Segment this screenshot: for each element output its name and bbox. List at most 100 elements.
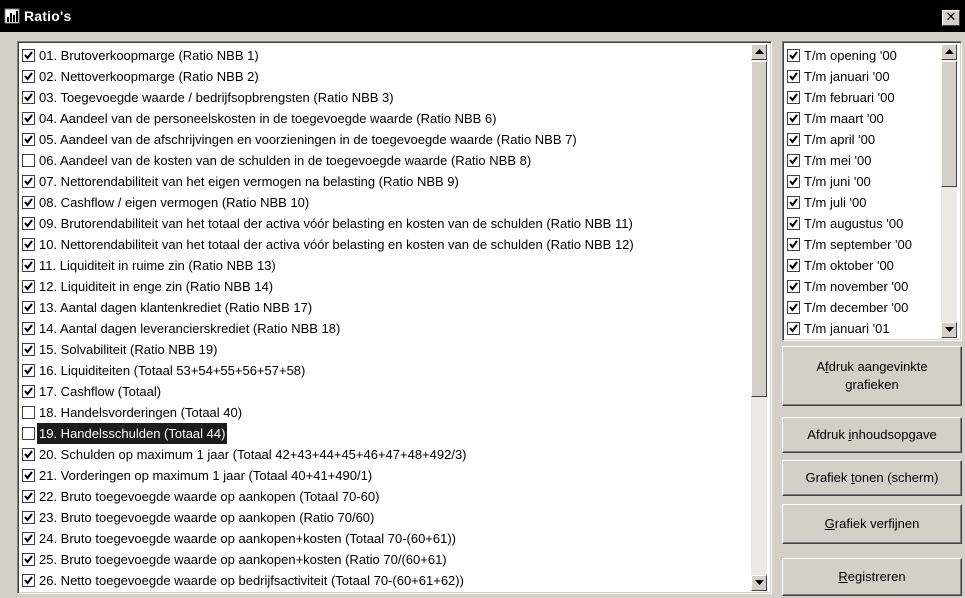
period-list-item[interactable]: T/m maart '00 (785, 108, 937, 129)
checkbox-checked[interactable] (22, 238, 35, 252)
checkbox-unchecked[interactable] (22, 427, 35, 441)
period-scroll-thumb[interactable] (941, 61, 957, 187)
period-list-item[interactable]: T/m februari '00 (785, 87, 937, 108)
checkbox-checked[interactable] (787, 196, 800, 210)
checkbox-checked[interactable] (787, 280, 800, 294)
ratio-list[interactable]: 01. Brutoverkoopmarge (Ratio NBB 1) 02. N… (17, 41, 772, 594)
checkbox-checked[interactable] (22, 532, 35, 546)
period-list-scrollbar[interactable] (941, 44, 957, 338)
ratio-list-item[interactable]: 21. Vorderingen op maximum 1 jaar (Totaa… (20, 465, 747, 486)
ratio-list-item[interactable]: 09. Brutorendabiliteit van het totaal de… (20, 213, 747, 234)
scroll-up-button[interactable] (751, 44, 767, 60)
checkbox-checked[interactable] (787, 154, 800, 168)
ratio-list-item[interactable]: 23. Bruto toegevoegde waarde op aankopen… (20, 507, 747, 528)
checkbox-checked[interactable] (22, 364, 35, 378)
checkbox-checked[interactable] (22, 448, 35, 462)
checkbox-checked[interactable] (22, 133, 35, 147)
print-toc-button[interactable]: Afdruk inhoudsopgave (782, 417, 962, 453)
ratio-list-item[interactable]: 02. Nettoverkoopmarge (Ratio NBB 2) (20, 66, 747, 87)
ratio-list-item[interactable]: 14. Aantal dagen leverancierskrediet (Ra… (20, 318, 747, 339)
checkbox-checked[interactable] (787, 133, 800, 147)
checkbox-checked[interactable] (22, 385, 35, 399)
period-list-item[interactable]: T/m september '00 (785, 234, 937, 255)
ratio-list-item[interactable]: 22. Bruto toegevoegde waarde op aankopen… (20, 486, 747, 507)
period-list-item[interactable]: T/m april '00 (785, 129, 937, 150)
checkbox-checked[interactable] (787, 112, 800, 126)
ratio-list-item[interactable]: 20. Schulden op maximum 1 jaar (Totaal 4… (20, 444, 747, 465)
period-list-item[interactable]: T/m oktober '00 (785, 255, 937, 276)
checkbox-checked[interactable] (22, 175, 35, 189)
checkbox-checked[interactable] (22, 574, 35, 588)
print-checked-charts-button[interactable]: Afdruk aangevinkte grafieken (782, 346, 962, 406)
period-list-item-label: T/m september '00 (804, 237, 912, 252)
checkbox-checked[interactable] (787, 301, 800, 315)
period-list-item[interactable]: T/m augustus '00 (785, 213, 937, 234)
refine-chart-button[interactable]: Grafiek verfijnen (782, 504, 962, 544)
checkbox-checked[interactable] (22, 91, 35, 105)
ratio-list-item[interactable]: 25. Bruto toegevoegde waarde op aankopen… (20, 549, 747, 570)
period-list-item[interactable]: T/m november '00 (785, 276, 937, 297)
ratio-list-item[interactable]: 07. Nettorendabiliteit van het eigen ver… (20, 171, 747, 192)
checkbox-checked[interactable] (22, 280, 35, 294)
ratio-list-item[interactable]: 19. Handelsschulden (Totaal 44) (20, 423, 747, 444)
ratio-list-item[interactable]: 06. Aandeel van de kosten van de schulde… (20, 150, 747, 171)
ratio-list-item[interactable]: 26. Netto toegevoegde waarde op bedrijfs… (20, 570, 747, 591)
checkbox-checked[interactable] (22, 553, 35, 567)
ratio-list-item[interactable]: 17. Cashflow (Totaal) (20, 381, 747, 402)
title-bar[interactable]: Ratio's ✕ (0, 0, 965, 32)
checkbox-checked[interactable] (787, 175, 800, 189)
period-scroll-up-button[interactable] (941, 44, 957, 60)
checkbox-checked[interactable] (787, 259, 800, 273)
checkbox-checked[interactable] (22, 343, 35, 357)
checkbox-checked[interactable] (22, 322, 35, 336)
checkbox-checked[interactable] (22, 301, 35, 315)
period-list-item[interactable]: T/m mei '00 (785, 150, 937, 171)
ratio-list-item[interactable]: 08. Cashflow / eigen vermogen (Ratio NBB… (20, 192, 747, 213)
period-list-item[interactable]: T/m opening '00 (785, 45, 937, 66)
period-list-item[interactable]: T/m januari '01 (785, 318, 937, 339)
checkbox-checked[interactable] (787, 49, 800, 63)
ratio-list-item[interactable]: 12. Liquiditeit in enge zin (Ratio NBB 1… (20, 276, 747, 297)
ratio-list-item[interactable]: 24. Bruto toegevoegde waarde op aankopen… (20, 528, 747, 549)
checkbox-unchecked[interactable] (22, 406, 35, 420)
ratio-list-item[interactable]: 13. Aantal dagen klantenkrediet (Ratio N… (20, 297, 747, 318)
checkbox-checked[interactable] (787, 322, 800, 336)
period-list-item[interactable]: T/m juli '00 (785, 192, 937, 213)
checkbox-checked[interactable] (22, 49, 35, 63)
checkbox-checked[interactable] (22, 112, 35, 126)
period-list[interactable]: T/m opening '00 T/m januari '00 T/m februa… (782, 41, 962, 341)
checkbox-checked[interactable] (787, 217, 800, 231)
checkbox-checked[interactable] (22, 259, 35, 273)
scroll-thumb[interactable] (751, 61, 767, 397)
ratio-list-item[interactable]: 01. Brutoverkoopmarge (Ratio NBB 1) (20, 45, 747, 66)
checkbox-checked[interactable] (22, 469, 35, 483)
period-list-item[interactable]: T/m januari '00 (785, 66, 937, 87)
period-list-item[interactable]: T/m december '00 (785, 297, 937, 318)
ratio-list-item[interactable]: 10. Nettorendabiliteit van het totaal de… (20, 234, 747, 255)
checkbox-checked[interactable] (787, 91, 800, 105)
checkbox-checked[interactable] (22, 511, 35, 525)
period-scroll-down-button[interactable] (941, 322, 957, 338)
ratio-list-item-label: 22. Bruto toegevoegde waarde op aankopen… (39, 489, 380, 504)
ratio-list-item[interactable]: 18. Handelsvorderingen (Totaal 40) (20, 402, 747, 423)
ratio-list-item-label: 08. Cashflow / eigen vermogen (Ratio NBB… (39, 195, 310, 210)
checkbox-unchecked[interactable] (22, 154, 35, 168)
checkbox-checked[interactable] (22, 490, 35, 504)
ratio-list-item[interactable]: 11. Liquiditeit in ruime zin (Ratio NBB … (20, 255, 747, 276)
period-list-item[interactable]: T/m juni '00 (785, 171, 937, 192)
ratio-list-item[interactable]: 03. Toegevoegde waarde / bedrijfsopbreng… (20, 87, 747, 108)
checkbox-checked[interactable] (787, 70, 800, 84)
checkbox-checked[interactable] (22, 217, 35, 231)
register-button[interactable]: Registreren (782, 558, 962, 596)
ratio-list-item[interactable]: 16. Liquiditeiten (Totaal 53+54+55+56+57… (20, 360, 747, 381)
ratio-list-scrollbar[interactable] (751, 44, 767, 591)
checkbox-checked[interactable] (22, 196, 35, 210)
close-button[interactable]: ✕ (942, 10, 960, 26)
ratio-list-item[interactable]: 04. Aandeel van de personeelskosten in d… (20, 108, 747, 129)
ratio-list-item[interactable]: 15. Solvabiliteit (Ratio NBB 19) (20, 339, 747, 360)
show-chart-button[interactable]: Grafiek tonen (scherm) (782, 460, 962, 496)
checkbox-checked[interactable] (22, 70, 35, 84)
checkbox-checked[interactable] (787, 238, 800, 252)
scroll-down-button[interactable] (751, 575, 767, 591)
ratio-list-item[interactable]: 05. Aandeel van de afschrijvingen en voo… (20, 129, 747, 150)
